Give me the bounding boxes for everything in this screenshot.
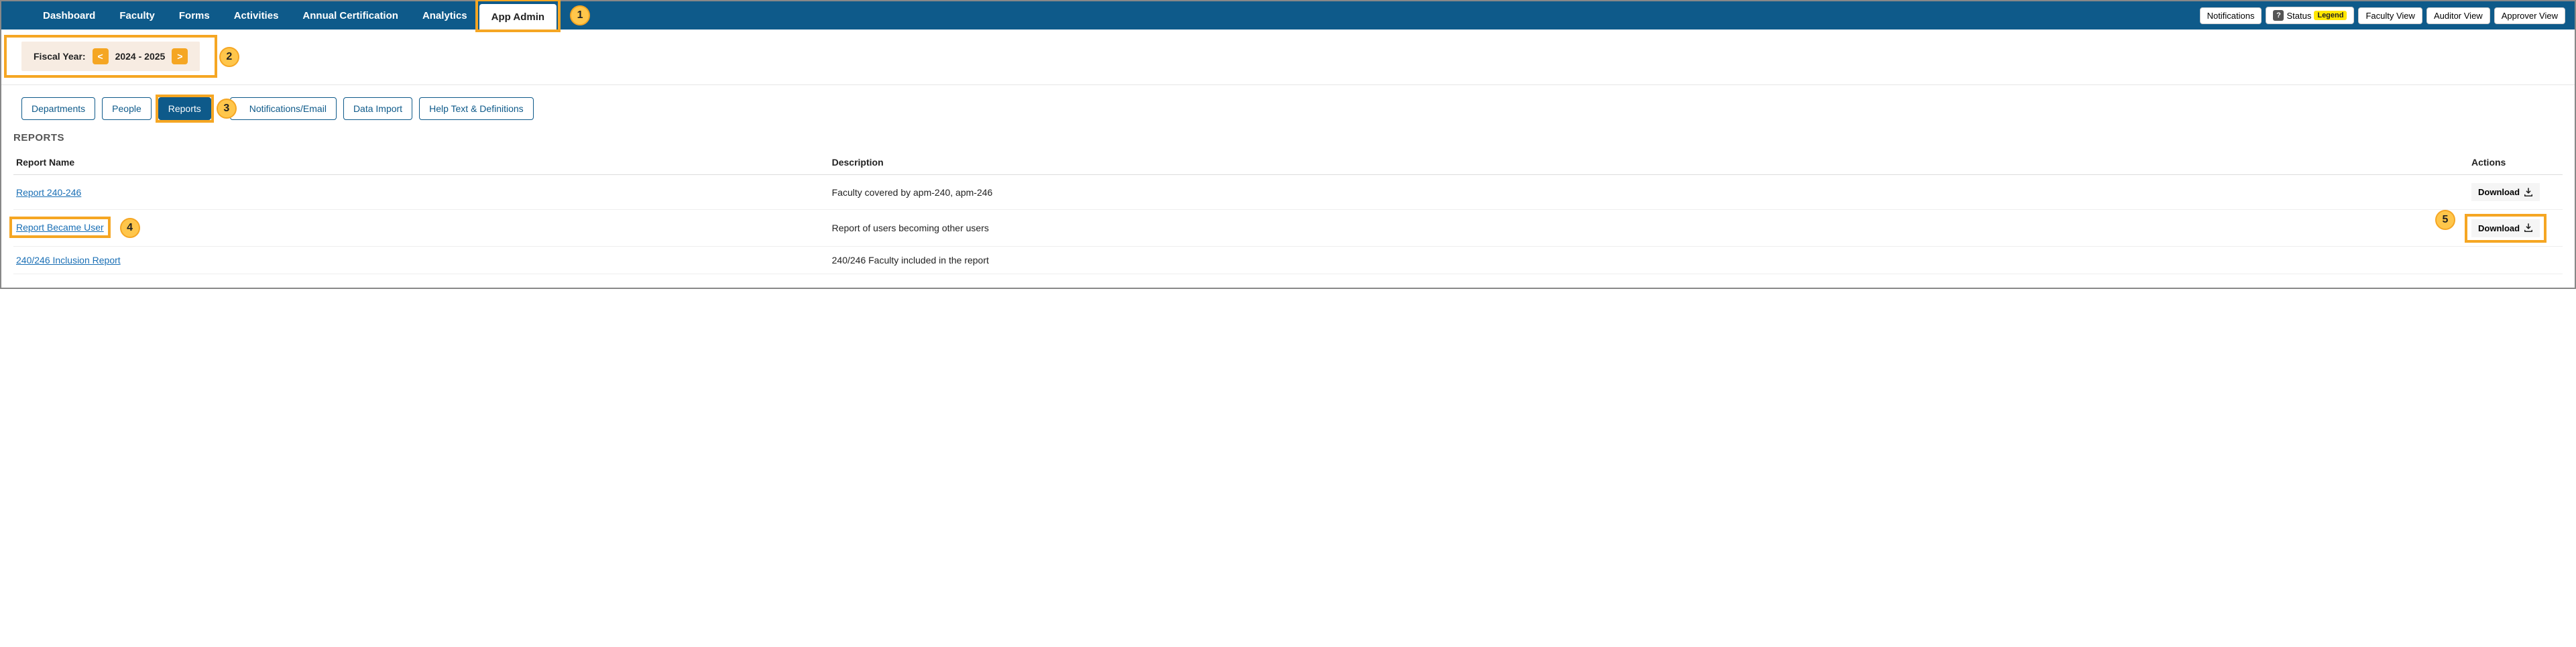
download-button[interactable]: Download [2471,183,2540,201]
tab-help-text-definitions[interactable]: Help Text & Definitions [419,97,534,120]
notifications-button[interactable]: Notifications [2200,7,2262,24]
report-desc: Report of users becoming other users [829,210,2469,247]
table-header-row: Report Name Description Actions [13,150,2563,175]
tab-people[interactable]: People [102,97,152,120]
auditor-view-button[interactable]: Auditor View [2426,7,2490,24]
nav-faculty[interactable]: Faculty [107,1,167,30]
report-link-240-246-inclusion[interactable]: 240/246 Inclusion Report [16,255,121,266]
col-report-name: Report Name [13,150,829,175]
tab-departments[interactable]: Departments [21,97,95,120]
nav-dashboard[interactable]: Dashboard [31,1,107,30]
reports-heading: REPORTS [1,132,2575,150]
download-label: Download [2478,187,2520,197]
callout-1: 1 [570,5,590,25]
download-label: Download [2478,223,2520,233]
report-link-became-user[interactable]: Report Became User [16,222,104,233]
tab-notifications-email[interactable]: Notifications/Email [230,97,337,120]
report-desc: Faculty covered by apm-240, apm-246 [829,175,2469,210]
col-actions: Actions [2469,150,2563,175]
question-icon: ? [2273,10,2284,21]
fiscal-year-selector: Fiscal Year: < 2024 - 2025 > [21,42,200,71]
fiscal-year-row: Fiscal Year: < 2024 - 2025 > 2 [1,30,2575,78]
download-icon [2524,188,2533,197]
admin-tabs: Departments People Reports 3 Notificatio… [1,85,2575,132]
nav-annual-certification[interactable]: Annual Certification [290,1,410,30]
nav-analytics[interactable]: Analytics [410,1,479,30]
report-link-240-246[interactable]: Report 240-246 [16,187,81,198]
fiscal-year-value: 2024 - 2025 [115,51,166,62]
nav-right: Notifications ? Status Legend Faculty Vi… [2200,7,2572,24]
download-button[interactable]: Download [2471,219,2540,237]
tab-reports[interactable]: Reports [158,97,211,120]
tab-data-import[interactable]: Data Import [343,97,412,120]
legend-badge: Legend [2314,11,2347,20]
status-label: Status [2286,11,2311,21]
table-row: Report Became User 4 Report of users bec… [13,210,2563,247]
fiscal-year-next-button[interactable]: > [172,48,188,64]
reports-table: Report Name Description Actions Report 2… [13,150,2563,274]
download-icon [2524,223,2533,233]
nav-left: Dashboard Faculty Forms Activities Annua… [4,1,2200,30]
page-container: Dashboard Faculty Forms Activities Annua… [0,0,2576,289]
faculty-view-button[interactable]: Faculty View [2358,7,2422,24]
nav-app-admin[interactable]: App Admin [479,4,557,30]
nav-activities[interactable]: Activities [222,1,291,30]
col-description: Description [829,150,2469,175]
table-row: Report 240-246 Faculty covered by apm-24… [13,175,2563,210]
nav-forms[interactable]: Forms [167,1,222,30]
fiscal-year-label: Fiscal Year: [34,51,86,62]
report-desc: 240/246 Faculty included in the report [829,247,2469,274]
status-button[interactable]: ? Status Legend [2266,7,2354,24]
table-row: 240/246 Inclusion Report 240/246 Faculty… [13,247,2563,274]
approver-view-button[interactable]: Approver View [2494,7,2565,24]
callout-4: 4 [120,218,140,238]
top-navbar: Dashboard Faculty Forms Activities Annua… [1,1,2575,30]
callout-2: 2 [219,47,239,67]
fiscal-year-prev-button[interactable]: < [93,48,109,64]
